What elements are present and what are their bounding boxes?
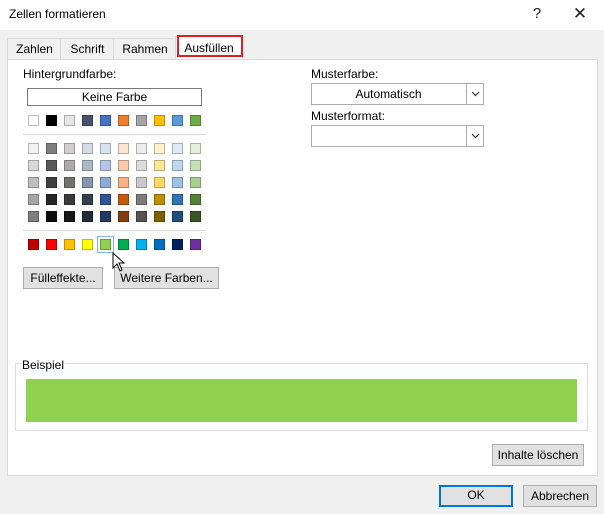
- sample-preview: [26, 379, 577, 422]
- standard-color-swatch[interactable]: [82, 239, 93, 250]
- clear-contents-button[interactable]: Inhalte löschen: [492, 444, 584, 466]
- standard-color-swatch[interactable]: [64, 239, 75, 250]
- tint-color-swatch[interactable]: [28, 160, 39, 171]
- tint-color-swatch[interactable]: [28, 211, 39, 222]
- tint-color-swatch[interactable]: [190, 194, 201, 205]
- tint-color-swatch[interactable]: [190, 160, 201, 171]
- pattern-color-value: Automatisch: [355, 87, 422, 101]
- tint-color-swatch[interactable]: [118, 177, 129, 188]
- sample-label: Beispiel: [21, 358, 66, 372]
- tint-color-swatch[interactable]: [154, 194, 165, 205]
- tint-color-swatch[interactable]: [154, 160, 165, 171]
- tint-color-swatch[interactable]: [100, 194, 111, 205]
- tint-color-swatch[interactable]: [136, 177, 147, 188]
- tint-color-swatch[interactable]: [28, 194, 39, 205]
- pattern-color-label: Musterfarbe:: [311, 67, 379, 81]
- chevron-down-icon[interactable]: [466, 84, 483, 104]
- tint-color-swatch[interactable]: [64, 194, 75, 205]
- standard-color-swatch[interactable]: [172, 239, 183, 250]
- tint-color-swatch[interactable]: [154, 177, 165, 188]
- tab-highlight-box: [177, 35, 243, 57]
- standard-color-swatch[interactable]: [97, 236, 114, 253]
- tint-color-swatch[interactable]: [172, 160, 183, 171]
- tint-color-swatch[interactable]: [28, 177, 39, 188]
- pattern-color-select[interactable]: Automatisch: [311, 83, 484, 105]
- close-button[interactable]: ✕: [568, 4, 592, 24]
- standard-color-swatch[interactable]: [28, 239, 39, 250]
- cancel-button[interactable]: Abbrechen: [523, 485, 597, 507]
- palette-divider: [23, 230, 206, 231]
- window-title: Zellen formatieren: [9, 7, 106, 21]
- tint-color-swatch[interactable]: [100, 160, 111, 171]
- theme-color-swatch[interactable]: [190, 115, 201, 126]
- tint-color-swatch[interactable]: [172, 211, 183, 222]
- tab-schrift[interactable]: Schrift: [60, 38, 115, 59]
- no-color-button[interactable]: Keine Farbe: [27, 88, 202, 106]
- tint-color-swatch[interactable]: [46, 143, 57, 154]
- standard-color-swatch[interactable]: [154, 239, 165, 250]
- tab-zahlen[interactable]: Zahlen: [7, 38, 62, 59]
- tint-color-swatch[interactable]: [172, 177, 183, 188]
- tint-color-swatch[interactable]: [46, 194, 57, 205]
- standard-color-swatch[interactable]: [190, 239, 201, 250]
- tint-color-swatch[interactable]: [82, 177, 93, 188]
- tint-color-swatch[interactable]: [136, 143, 147, 154]
- tint-color-swatch[interactable]: [136, 160, 147, 171]
- chevron-down-icon[interactable]: [466, 126, 483, 146]
- theme-color-swatch[interactable]: [82, 115, 93, 126]
- tint-color-swatch[interactable]: [136, 211, 147, 222]
- help-button[interactable]: ?: [525, 4, 549, 24]
- standard-color-swatch[interactable]: [118, 239, 129, 250]
- tint-color-swatch[interactable]: [190, 211, 201, 222]
- tint-color-swatch[interactable]: [190, 177, 201, 188]
- pattern-style-label: Musterformat:: [311, 109, 386, 123]
- tint-color-swatch[interactable]: [64, 160, 75, 171]
- theme-color-swatch[interactable]: [28, 115, 39, 126]
- tint-color-swatch[interactable]: [154, 211, 165, 222]
- tint-color-swatch[interactable]: [118, 160, 129, 171]
- more-colors-button[interactable]: Weitere Farben...: [114, 267, 219, 289]
- pattern-style-value: [312, 126, 465, 146]
- fill-effects-button[interactable]: Fülleffekte...: [23, 267, 103, 289]
- theme-color-swatch[interactable]: [100, 115, 111, 126]
- tint-color-swatch[interactable]: [82, 211, 93, 222]
- pattern-style-select[interactable]: [311, 125, 484, 147]
- theme-color-swatch[interactable]: [154, 115, 165, 126]
- tint-color-swatch[interactable]: [28, 143, 39, 154]
- mouse-cursor-icon: [112, 252, 126, 272]
- tint-color-swatch[interactable]: [190, 143, 201, 154]
- theme-color-swatch[interactable]: [136, 115, 147, 126]
- theme-color-swatch[interactable]: [64, 115, 75, 126]
- tint-color-swatch[interactable]: [118, 194, 129, 205]
- tint-color-swatch[interactable]: [64, 177, 75, 188]
- tint-color-swatch[interactable]: [172, 194, 183, 205]
- tint-color-swatch[interactable]: [82, 194, 93, 205]
- theme-color-swatch[interactable]: [172, 115, 183, 126]
- tint-color-swatch[interactable]: [100, 211, 111, 222]
- tint-color-swatch[interactable]: [136, 194, 147, 205]
- tint-color-swatch[interactable]: [100, 177, 111, 188]
- tint-color-swatch[interactable]: [64, 143, 75, 154]
- palette-divider: [23, 134, 206, 135]
- theme-color-swatch[interactable]: [46, 115, 57, 126]
- tint-color-swatch[interactable]: [46, 160, 57, 171]
- standard-color-swatch[interactable]: [46, 239, 57, 250]
- theme-color-swatch[interactable]: [118, 115, 129, 126]
- standard-color-swatch[interactable]: [136, 239, 147, 250]
- tab-rahmen[interactable]: Rahmen: [113, 38, 177, 59]
- tint-color-swatch[interactable]: [82, 143, 93, 154]
- tint-color-swatch[interactable]: [46, 177, 57, 188]
- tint-color-swatch[interactable]: [118, 211, 129, 222]
- tint-color-swatch[interactable]: [100, 143, 111, 154]
- tint-color-swatch[interactable]: [172, 143, 183, 154]
- tint-color-swatch[interactable]: [154, 143, 165, 154]
- tint-color-swatch[interactable]: [118, 143, 129, 154]
- ok-button[interactable]: OK: [439, 485, 513, 507]
- tint-color-swatch[interactable]: [46, 211, 57, 222]
- background-color-label: Hintergrundfarbe:: [23, 67, 117, 81]
- title-bar: Zellen formatieren ? ✕: [0, 0, 604, 30]
- tint-color-swatch[interactable]: [64, 211, 75, 222]
- tint-color-swatch[interactable]: [82, 160, 93, 171]
